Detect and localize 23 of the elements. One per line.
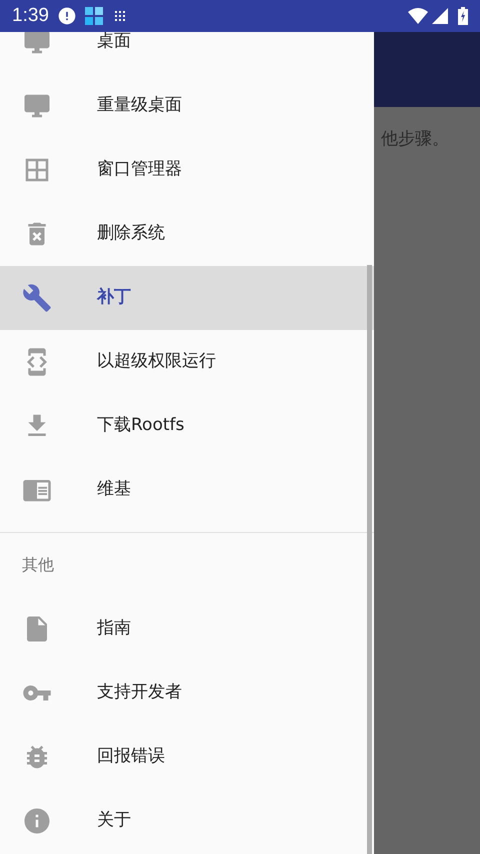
drawer-item[interactable]: 指南 — [0, 597, 374, 661]
drawer-item[interactable]: 重量级桌面 — [0, 74, 374, 138]
wifi-icon — [408, 8, 428, 24]
drawer-item[interactable]: 补丁 — [0, 266, 374, 330]
clock: 1:39 — [12, 4, 49, 28]
drawer-item[interactable]: 支持开发者 — [0, 661, 374, 725]
info-icon — [22, 806, 52, 836]
app-icon — [84, 7, 103, 25]
body-text: 他步骤。 — [381, 128, 450, 151]
drawer-item[interactable]: 回报错误 — [0, 725, 374, 789]
alert-icon — [56, 6, 77, 26]
drawer-item[interactable]: 维基 — [0, 458, 374, 522]
wrench-icon — [22, 283, 52, 313]
drawer-item[interactable]: 关于 — [0, 789, 374, 853]
drawer-item[interactable]: 下载Rootfs — [0, 394, 374, 458]
drawer-item[interactable]: 删除系统 — [0, 202, 374, 266]
grid-icon — [114, 11, 125, 21]
drawer-item[interactable]: 窗口管理器 — [0, 138, 374, 202]
section-header: 其他 — [22, 554, 54, 576]
battery-icon — [458, 7, 468, 25]
drawer-item[interactable]: 桌面 — [0, 32, 374, 74]
drawer-item[interactable]: 以超级权限运行 — [0, 330, 374, 394]
signal-icon — [432, 8, 448, 24]
